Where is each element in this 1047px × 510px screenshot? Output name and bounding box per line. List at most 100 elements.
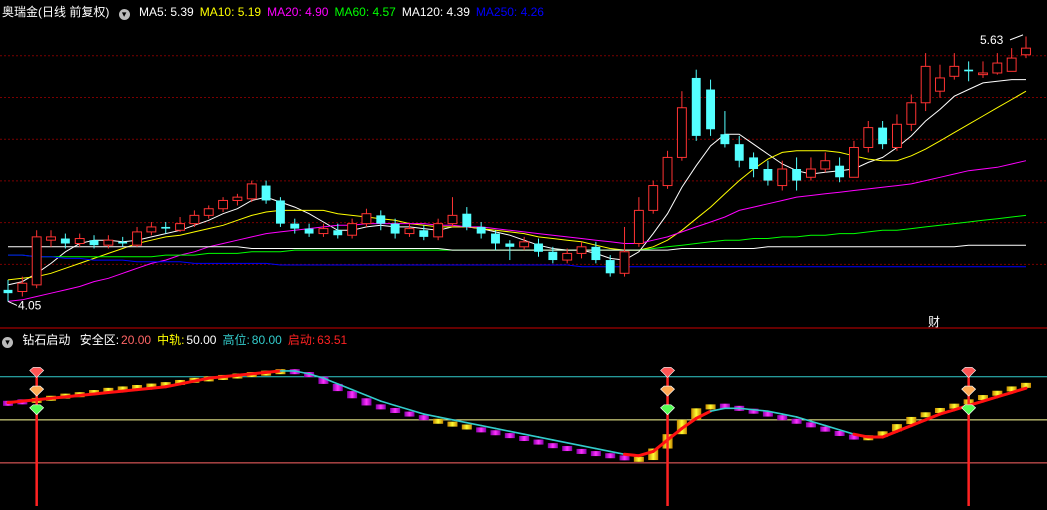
diamond-icon (961, 404, 977, 416)
indicator-bar (920, 412, 931, 418)
diamond-icon (660, 385, 675, 397)
candle-body (203, 208, 214, 216)
candle-body (161, 226, 171, 229)
candle-body (734, 144, 744, 161)
indicator-bar (576, 448, 587, 454)
chevron-down-icon[interactable]: ▾ (2, 337, 13, 348)
candle-body (763, 169, 773, 181)
finance-marker: 财 (928, 315, 940, 329)
candle-body (46, 236, 56, 241)
diamond-icon (29, 404, 45, 416)
candle-body (591, 246, 601, 261)
candle-body (189, 214, 200, 225)
ma-legend-item: MA250: 4.26 (475, 5, 544, 19)
candle-body (89, 240, 99, 246)
indicator-bar (562, 446, 573, 452)
indicator-signal-line (595, 447, 611, 453)
indicator-bar (461, 424, 472, 430)
indicator-legend-label: 安全区: (79, 333, 120, 347)
diamond-icon (660, 367, 675, 378)
indicator-signal-line (63, 393, 82, 399)
indicator-signal-line (49, 395, 67, 400)
indicator-signal-line (92, 391, 110, 396)
candle-body (863, 127, 874, 148)
indicator-bar (547, 443, 558, 449)
indicator-signal-line (235, 372, 254, 377)
indicator-signal-line (221, 373, 239, 379)
candle-body (920, 65, 931, 104)
indicator-bar (605, 453, 616, 459)
candle-body (390, 223, 400, 234)
indicator-bar (705, 404, 716, 410)
candle-body (848, 146, 859, 178)
indicator-signal-line (135, 386, 153, 392)
candle-body (404, 228, 415, 235)
candle-body (662, 156, 673, 187)
candle-body (792, 169, 802, 181)
indicator-bar (590, 451, 601, 457)
indicator-bar (791, 418, 802, 424)
candle-body (103, 239, 114, 246)
diamond-icon (961, 385, 977, 397)
candle-body (290, 223, 300, 229)
candle-body (318, 228, 329, 235)
indicator-signal-line (537, 436, 554, 441)
indicator-bar (490, 430, 501, 436)
high-price-label: 5.63 (980, 33, 1004, 47)
indicator-legend-value: 50.00 (186, 333, 217, 347)
indicator-bar (418, 415, 429, 421)
indicator-bar (447, 421, 458, 427)
indicator-legend-label: 启动: (287, 333, 316, 347)
candle-body (548, 251, 558, 261)
ma-line (7, 79, 1026, 286)
candle-body (978, 72, 988, 76)
candle-body (232, 196, 243, 201)
candle-body (175, 223, 186, 231)
candle-body (835, 165, 845, 178)
candle-body (261, 185, 271, 201)
indicator-bar (361, 398, 372, 406)
candle-body (433, 223, 444, 238)
indicator-bar (504, 433, 515, 439)
stock-chart[interactable]: 5.63 4.05 财 (0, 0, 1047, 510)
candle-body (648, 185, 659, 211)
indicator-bar (433, 418, 444, 424)
indicator-signal-line (250, 370, 268, 376)
indicator-bar (390, 407, 401, 413)
candle-body (576, 246, 587, 254)
candle-body (878, 127, 888, 145)
candle-body (74, 238, 85, 245)
indicator-bar (519, 435, 530, 441)
candle-body (376, 215, 386, 224)
candle-body (3, 289, 13, 294)
candle-body (146, 226, 157, 233)
candle-body (949, 65, 960, 77)
diamond-icon (29, 367, 45, 378)
indicator-signal-line (566, 441, 583, 447)
candle-body (892, 123, 902, 148)
ma-legend-item: MA10: 5.19 (199, 5, 262, 19)
candle-body (246, 183, 257, 200)
diamond-icon (961, 367, 977, 378)
indicator-bar (777, 415, 788, 421)
candle-body (275, 200, 285, 224)
candle-body (633, 209, 644, 244)
candle-body (691, 77, 701, 136)
ma-legend-item: MA60: 4.57 (334, 5, 396, 19)
indicator-legend-value: 20.00 (121, 333, 152, 347)
ma-line (8, 244, 1026, 251)
candle-body (476, 226, 486, 234)
indicator-signal-line (264, 369, 282, 374)
indicator-signal-line (20, 398, 39, 403)
indicator-legend-label: 高位: (222, 333, 250, 347)
indicator-panel-header: ▾ 钻石启动 安全区: 20.00 中轨: 50.00 高位: 80.00 启动: 63.51 (2, 333, 359, 348)
indicator-signal-line (78, 392, 96, 397)
chevron-down-icon[interactable]: ▾ (118, 9, 130, 20)
indicator-bar (476, 427, 487, 433)
indicator-signal-line (6, 399, 24, 405)
candle-body (505, 243, 515, 247)
low-price-pointer (7, 300, 18, 306)
candle-body (534, 243, 543, 252)
candle-body (1006, 57, 1017, 72)
candle-body (419, 230, 429, 237)
